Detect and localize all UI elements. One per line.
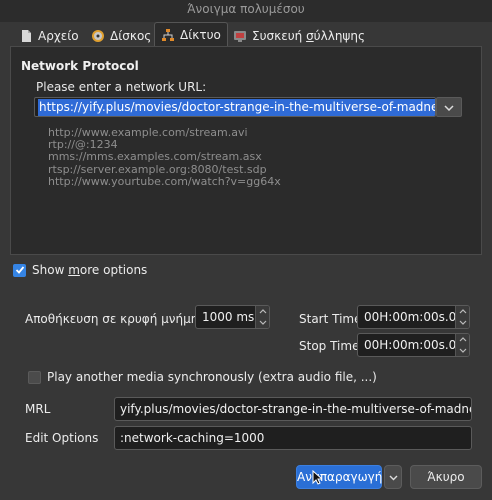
edit-options-field[interactable]: :network-caching=1000 xyxy=(114,426,472,450)
tab-disc[interactable]: Δίσκος xyxy=(84,24,158,46)
mrl-label: MRL xyxy=(25,402,51,416)
spin-arrows[interactable] xyxy=(455,334,469,356)
capture-device-icon xyxy=(233,29,247,43)
play-another-media-label: Play another media synchronously (extra … xyxy=(47,370,377,384)
chevron-down-icon xyxy=(389,470,398,484)
file-icon xyxy=(19,29,33,43)
spin-arrows[interactable] xyxy=(455,306,469,328)
mrl-field[interactable]: yify.plus/movies/doctor-strange-in-the-m… xyxy=(114,397,472,421)
tab-file-label: Αρχείο xyxy=(38,28,79,43)
stop-time-spinbox[interactable]: 00H:00m:00s.000 xyxy=(357,333,470,357)
url-input[interactable]: https://yify.plus/movies/doctor-strange-… xyxy=(34,97,436,117)
play-another-media-checkbox[interactable]: Play another media synchronously (extra … xyxy=(28,370,377,384)
section-title: Network Protocol xyxy=(21,59,139,73)
cache-label: Αποθήκευση σε κρυφή μνήμη xyxy=(25,312,199,326)
network-icon xyxy=(161,28,175,42)
chevron-down-icon xyxy=(444,100,454,114)
spin-arrows[interactable] xyxy=(255,306,269,328)
cache-spinbox[interactable]: 1000 ms xyxy=(195,305,270,329)
tab-disc-label: Δίσκος xyxy=(110,28,152,43)
play-options-dropdown[interactable] xyxy=(384,465,402,489)
tab-network-label: Δίκτυο xyxy=(180,28,221,42)
window-titlebar: Άνοιγμα πολυμέσου xyxy=(0,0,492,22)
edit-options-label: Edit Options xyxy=(25,431,99,445)
show-more-options-checkbox[interactable]: Show more options xyxy=(13,263,147,277)
disc-icon xyxy=(91,29,105,43)
stop-time-value: 00H:00m:00s.000 xyxy=(364,338,455,352)
start-time-label: Start Time xyxy=(299,312,362,326)
stop-time-label: Stop Time xyxy=(299,339,360,353)
example-line: mms://mms.examples.com/stream.asx xyxy=(48,150,262,164)
cache-value: 1000 ms xyxy=(202,310,255,324)
chevron-down-icon xyxy=(259,320,266,325)
play-button[interactable]: Αναπαραγωγή xyxy=(296,465,382,489)
mouse-cursor-icon xyxy=(312,470,322,485)
chevron-down-icon xyxy=(459,320,466,325)
tab-capture-device[interactable]: Συσκευή σύλληψης xyxy=(226,24,372,46)
tab-bar: Αρχείο Δίσκος Δίκτυο Συσκευή σύλληψης xyxy=(0,22,492,47)
chevron-down-icon xyxy=(459,348,466,353)
chevron-up-icon xyxy=(259,309,266,314)
url-examples: http://www.example.com/stream.avi rtp://… xyxy=(48,126,281,188)
start-time-value: 00H:00m:00s.000 xyxy=(364,310,455,324)
tab-file[interactable]: Αρχείο xyxy=(12,24,86,46)
chevron-up-icon xyxy=(459,337,466,342)
url-input-value: https://yify.plus/movies/doctor-strange-… xyxy=(38,98,435,116)
example-line: http://www.yourtube.com/watch?v=gg64x xyxy=(48,174,281,188)
show-more-options-label: Show more options xyxy=(32,263,148,277)
tab-capture-device-label: Συσκευή σύλληψης xyxy=(252,28,365,43)
cancel-button[interactable]: Άκυρο xyxy=(410,465,482,489)
checkbox-checked-icon xyxy=(13,263,26,277)
window-title: Άνοιγμα πολυμέσου xyxy=(187,2,305,16)
url-history-dropdown[interactable] xyxy=(436,97,462,117)
start-time-spinbox[interactable]: 00H:00m:00s.000 xyxy=(357,305,470,329)
tab-network[interactable]: Δίκτυο xyxy=(154,22,228,47)
checkbox-unchecked-icon xyxy=(28,370,41,384)
url-prompt: Please enter a network URL: xyxy=(36,80,207,94)
example-line: rtsp://server.example.org:8080/test.sdp xyxy=(48,162,267,176)
chevron-up-icon xyxy=(459,309,466,314)
network-protocol-panel: Network Protocol Please enter a network … xyxy=(10,46,482,255)
